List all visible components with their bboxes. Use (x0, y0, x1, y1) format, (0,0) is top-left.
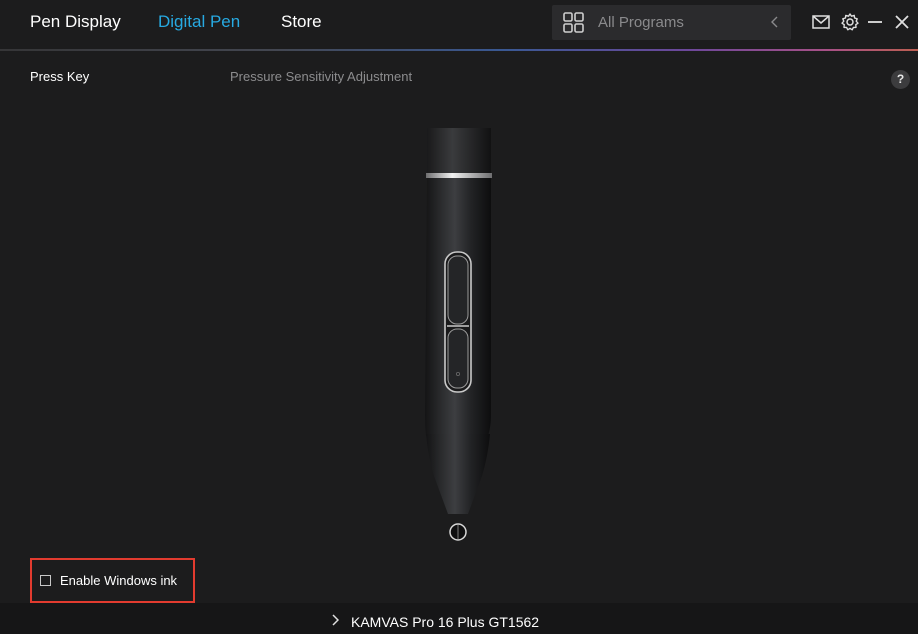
subtab-press-key[interactable]: Press Key (30, 68, 89, 85)
tab-digital-pen[interactable]: Digital Pen (158, 11, 240, 33)
minimize-icon[interactable] (865, 12, 885, 32)
top-bar: Pen Display Digital Pen Store All Progra… (0, 0, 918, 50)
digital-pen-illustration (425, 128, 492, 541)
device-bar: KAMVAS Pro 16 Plus GT1562 (0, 603, 918, 634)
tab-pen-display[interactable]: Pen Display (30, 11, 121, 33)
program-selector-label: All Programs (598, 14, 684, 31)
chevron-left-icon[interactable] (769, 15, 781, 29)
chevron-right-icon[interactable] (331, 614, 339, 626)
tab-store[interactable]: Store (281, 11, 322, 33)
header-divider (0, 49, 918, 51)
windows-ink-label[interactable]: Enable Windows ink (60, 573, 177, 589)
grid-icon (563, 12, 584, 33)
app-window: Pen Display Digital Pen Store All Progra… (0, 0, 918, 634)
close-icon[interactable] (892, 12, 912, 32)
windows-ink-checkbox[interactable] (40, 575, 51, 586)
help-button[interactable]: ? (891, 70, 910, 89)
subtab-pressure-sensitivity[interactable]: Pressure Sensitivity Adjustment (230, 68, 412, 85)
gear-icon[interactable] (840, 12, 860, 32)
program-selector[interactable]: All Programs (552, 5, 791, 40)
device-name[interactable]: KAMVAS Pro 16 Plus GT1562 (351, 613, 539, 631)
mail-icon[interactable] (811, 12, 831, 32)
